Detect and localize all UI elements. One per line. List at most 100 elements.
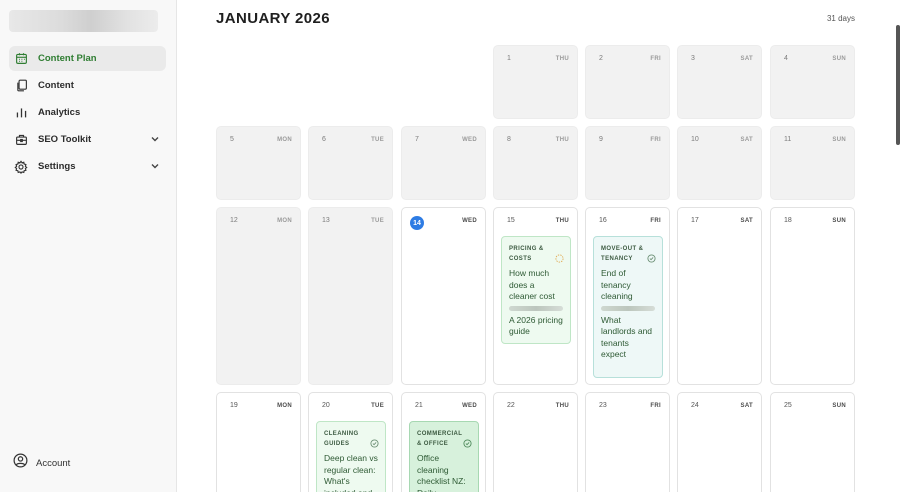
calendar-day[interactable]: 25 SUN (770, 392, 855, 492)
calendar-day[interactable]: 21 WED COMMERCIAL & OFFICE Office cleani… (401, 392, 486, 492)
day-number: 4 (784, 55, 788, 62)
sidebar-item-content-plan[interactable]: Content Plan (9, 46, 166, 71)
day-of-week: FRI (650, 403, 661, 409)
day-of-week: TUE (371, 137, 384, 143)
sidebar-item-analytics[interactable]: Analytics (9, 100, 166, 125)
day-number: 11 (784, 136, 792, 143)
toolkit-icon (13, 132, 29, 148)
content-card[interactable]: COMMERCIAL & OFFICE Office cleaning chec… (409, 421, 479, 492)
calendar-day[interactable]: 11 SUN (770, 126, 855, 200)
calendar-day[interactable]: 8 THU (493, 126, 578, 200)
card-category: PRICING & COSTS (509, 246, 544, 262)
gear-icon (13, 159, 29, 175)
sidebar-item-seo-toolkit[interactable]: SEO Toolkit (9, 127, 166, 152)
day-of-week: THU (555, 56, 569, 62)
calendar-day[interactable]: 22 THU (493, 392, 578, 492)
bar-chart-icon (13, 105, 29, 121)
day-of-week: SUN (832, 137, 846, 143)
card-title: End of tenancy cleaning (601, 268, 633, 301)
content-card[interactable]: MOVE-OUT & TENANCY End of tenancy cleani… (593, 236, 663, 378)
calendar-day[interactable]: 6 TUE (308, 126, 393, 200)
calendar-day[interactable]: 3 SAT (677, 45, 762, 119)
calendar-day[interactable]: 23 FRI (585, 392, 670, 492)
calendar-day[interactable]: 2 FRI (585, 45, 670, 119)
day-of-week: SUN (832, 56, 846, 62)
day-number: 9 (599, 136, 603, 143)
sidebar-item-label: SEO Toolkit (38, 134, 92, 145)
account-button[interactable]: Account (13, 453, 70, 473)
card-category: COMMERCIAL & OFFICE (417, 431, 463, 447)
today-badge: 14 (410, 216, 424, 230)
content-plan-calendar: JANUARY 2026 31 days 1 THU 2 FRI 3 SAT 4… (177, 0, 900, 492)
calendar-day[interactable]: 9 FRI (585, 126, 670, 200)
redacted-text (509, 305, 563, 311)
sidebar-item-settings[interactable]: Settings (9, 154, 166, 179)
day-number: 10 (691, 136, 699, 143)
day-number: 17 (691, 217, 699, 224)
day-of-week: SAT (740, 218, 753, 224)
calendar-icon (13, 51, 29, 67)
brand-logo-blurred (9, 10, 158, 32)
calendar-day[interactable]: 17 SAT (677, 207, 762, 385)
calendar-day[interactable]: 5 MON (216, 126, 301, 200)
check-circle-icon (647, 250, 656, 263)
calendar-day[interactable]: 15 THU PRICING & COSTS How much does a c… (493, 207, 578, 385)
calendar-day[interactable]: 4 SUN (770, 45, 855, 119)
calendar-day[interactable]: 12 MON (216, 207, 301, 385)
chevron-down-icon[interactable] (148, 132, 162, 146)
calendar-day[interactable]: 24 SAT (677, 392, 762, 492)
card-category: MOVE-OUT & TENANCY (601, 246, 644, 262)
day-of-week: MON (277, 137, 292, 143)
calendar-day[interactable]: 18 SUN (770, 207, 855, 385)
calendar-day[interactable]: 1 THU (493, 45, 578, 119)
day-of-week: WED (462, 218, 477, 224)
sidebar-item-label: Analytics (38, 107, 81, 118)
day-of-week: SUN (832, 403, 846, 409)
day-number: 25 (784, 402, 792, 409)
card-subtitle: A 2026 pricing guide (509, 314, 563, 337)
sidebar: Content Plan Content Analytics SEO Toolk… (0, 0, 177, 492)
day-number: 24 (691, 402, 699, 409)
content-card[interactable]: CLEANING GUIDES Deep clean vs regular cl… (316, 421, 386, 492)
sidebar-item-label: Content Plan (38, 53, 97, 64)
scrollbar-thumb[interactable] (896, 25, 900, 145)
account-label: Account (36, 457, 71, 469)
page-title: JANUARY 2026 (216, 10, 331, 27)
day-of-week: THU (555, 218, 569, 224)
day-of-week: TUE (371, 403, 384, 409)
check-circle-icon (370, 435, 379, 448)
calendar-day[interactable]: 19 MON (216, 392, 301, 492)
day-number: 20 (322, 402, 330, 409)
sidebar-item-label: Settings (38, 161, 76, 172)
calendar-day[interactable]: 16 FRI MOVE-OUT & TENANCY End of tenancy… (585, 207, 670, 385)
sidebar-item-content[interactable]: Content (9, 73, 166, 98)
day-of-week: FRI (650, 218, 661, 224)
card-title: How much does a cleaner cost (509, 268, 555, 301)
calendar-day[interactable]: 13 TUE (308, 207, 393, 385)
day-number: 23 (599, 402, 607, 409)
day-number: 8 (507, 136, 511, 143)
calendar-day-today[interactable]: 14 WED (401, 207, 486, 385)
sidebar-item-label: Content (38, 80, 74, 91)
day-of-week: TUE (371, 218, 384, 224)
day-number: 22 (507, 402, 515, 409)
user-circle-icon (13, 453, 28, 473)
day-of-week: MON (277, 218, 292, 224)
app-window: Content Plan Content Analytics SEO Toolk… (0, 0, 900, 492)
day-of-week: THU (555, 403, 569, 409)
day-number: 7 (415, 136, 419, 143)
calendar-day[interactable]: 20 TUE CLEANING GUIDES Deep clean vs reg… (308, 392, 393, 492)
day-number: 18 (784, 217, 792, 224)
calendar-day[interactable]: 7 WED (401, 126, 486, 200)
card-title: Deep clean vs regular clean: What's incl… (324, 453, 378, 492)
day-number: 3 (691, 55, 695, 62)
day-number: 16 (599, 217, 607, 224)
card-category: CLEANING GUIDES (324, 431, 359, 447)
calendar-day[interactable]: 10 SAT (677, 126, 762, 200)
content-card[interactable]: PRICING & COSTS How much does a cleaner … (501, 236, 571, 344)
day-of-week: FRI (650, 137, 661, 143)
chevron-down-icon[interactable] (148, 159, 162, 173)
day-number: 12 (230, 217, 238, 224)
day-of-week: FRI (650, 56, 661, 62)
documents-icon (13, 78, 29, 94)
